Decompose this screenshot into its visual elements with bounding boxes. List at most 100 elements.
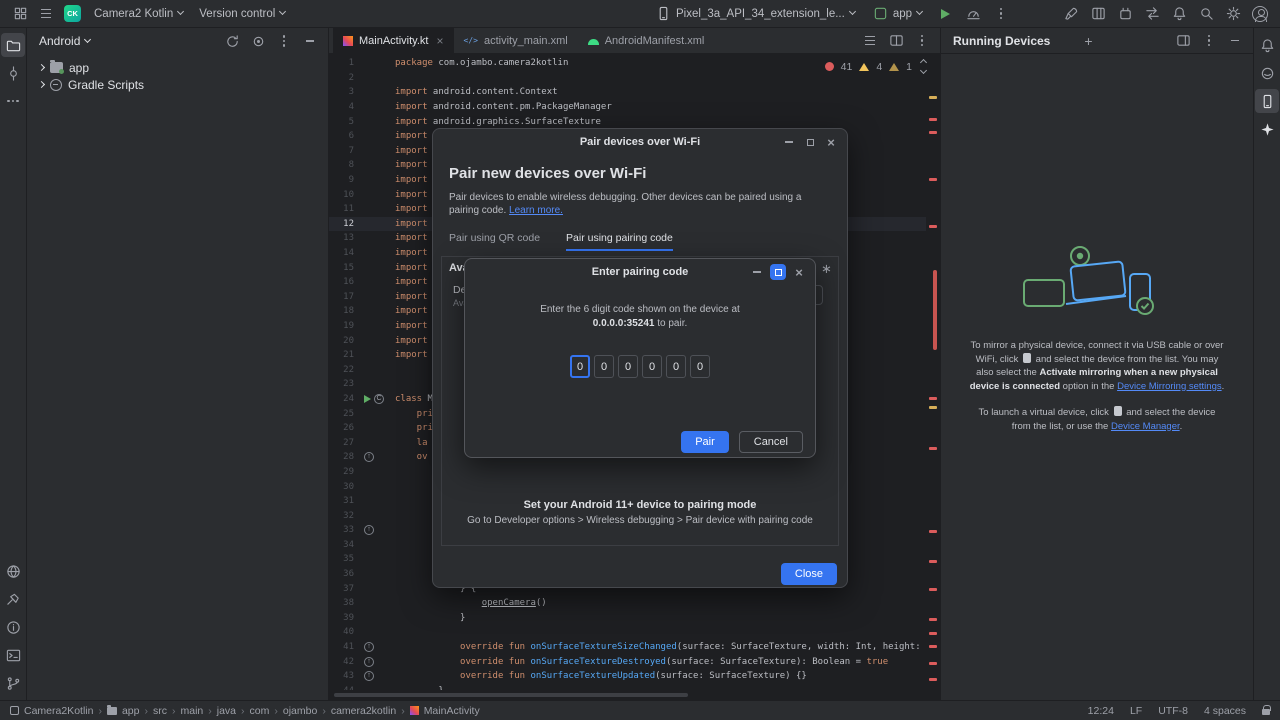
breadcrumb-item[interactable]: java: [217, 705, 236, 717]
editor-tab-MainActivity.kt[interactable]: MainActivity.kt×: [333, 28, 454, 53]
pairing-digit-input[interactable]: 0: [690, 355, 710, 378]
error-stripe-mark[interactable]: [929, 632, 937, 635]
warning-stripe-mark[interactable]: [929, 96, 937, 99]
override-gutter-icon[interactable]: ↑: [364, 642, 374, 652]
run-button[interactable]: [933, 2, 957, 26]
panel-options-icon[interactable]: [272, 29, 296, 53]
breadcrumb-item[interactable]: src: [153, 705, 167, 717]
pairing-digit-input[interactable]: 0: [666, 355, 686, 378]
cancel-button[interactable]: Cancel: [739, 431, 803, 453]
minimize-icon[interactable]: [749, 264, 765, 280]
tab-list-icon[interactable]: [858, 29, 882, 53]
next-problem-icon[interactable]: [920, 67, 927, 74]
breadcrumb-item[interactable]: com: [250, 705, 270, 717]
main-menu-icon[interactable]: [34, 2, 58, 26]
project-tool-icon[interactable]: [1, 33, 25, 57]
notifications-tool-icon[interactable]: [1255, 33, 1279, 57]
editor-tab-AndroidManifest.xml[interactable]: AndroidManifest.xml: [578, 28, 715, 53]
warning-stripe-mark[interactable]: [929, 406, 937, 409]
pairing-digit-input[interactable]: 0: [594, 355, 614, 378]
build-tool-icon[interactable]: [1, 587, 25, 611]
commit-tool-icon[interactable]: [1, 61, 25, 85]
hide-panel-icon[interactable]: [1223, 29, 1247, 53]
tree-node-Gradle Scripts[interactable]: Gradle Scripts: [27, 76, 328, 93]
maximize-icon[interactable]: [770, 264, 786, 280]
error-stripe-mark[interactable]: [929, 225, 937, 228]
breadcrumb-item[interactable]: main: [180, 705, 203, 717]
breadcrumb-item[interactable]: ojambo: [283, 705, 317, 717]
horizontal-scrollbar[interactable]: [334, 693, 688, 697]
dialog-titlebar[interactable]: Enter pairing code ×: [465, 259, 815, 285]
cursor-position[interactable]: 12:24: [1088, 705, 1114, 717]
error-stripe-mark[interactable]: [929, 618, 937, 621]
breadcrumb-item[interactable]: app: [122, 705, 140, 717]
code-line[interactable]: 4import android.content.pm.PackageManage…: [329, 100, 926, 115]
file-encoding[interactable]: UTF-8: [1158, 705, 1188, 717]
profiler-icon[interactable]: [961, 2, 985, 26]
code-line[interactable]: 39 }: [329, 611, 926, 626]
search-icon[interactable]: [1194, 2, 1218, 26]
override-gutter-icon[interactable]: ↑: [364, 452, 374, 462]
inline-link[interactable]: Device Mirroring settings: [1117, 381, 1222, 392]
error-stripe-mark[interactable]: [929, 397, 937, 400]
endpoints-globe-icon[interactable]: [1, 559, 25, 583]
error-stripe-mark[interactable]: [929, 645, 937, 648]
close-icon[interactable]: ×: [791, 264, 807, 280]
error-stripe-mark[interactable]: [929, 678, 937, 681]
code-line[interactable]: 41↑ override fun onSurfaceTextureSizeCha…: [329, 640, 926, 655]
plugin-icon[interactable]: [1113, 2, 1137, 26]
more-tool-windows-icon[interactable]: [1, 89, 25, 113]
layout-columns-icon[interactable]: [1086, 2, 1110, 26]
dialog-tab-Pair using QR code[interactable]: Pair using QR code: [449, 232, 540, 251]
terminal-tool-icon[interactable]: [1, 643, 25, 667]
code-line[interactable]: 38 openCamera(): [329, 596, 926, 611]
code-line[interactable]: 44 }: [329, 684, 926, 690]
vcs-widget[interactable]: Version control: [192, 2, 292, 26]
close-tab-icon[interactable]: ×: [436, 34, 443, 48]
code-line[interactable]: 42↑ override fun onSurfaceTextureDestroy…: [329, 654, 926, 669]
app-grid-icon[interactable]: [8, 2, 32, 26]
project-view-selector[interactable]: Android: [39, 34, 80, 48]
readonly-lock-icon[interactable]: [1262, 709, 1270, 715]
override-gutter-icon[interactable]: ↑: [364, 671, 374, 681]
user-avatar[interactable]: [1248, 2, 1272, 26]
error-stripe-mark[interactable]: [929, 662, 937, 665]
locate-file-icon[interactable]: [246, 29, 270, 53]
indent-setting[interactable]: 4 spaces: [1204, 705, 1246, 717]
notifications-bell-icon[interactable]: [1167, 2, 1191, 26]
code-line[interactable]: 43↑ override fun onSurfaceTextureUpdated…: [329, 669, 926, 684]
git-branch-icon[interactable]: [1, 671, 25, 695]
more-actions-icon[interactable]: [989, 2, 1013, 26]
project-selector[interactable]: Camera2 Kotlin: [87, 2, 190, 26]
pairing-digit-input[interactable]: 0: [618, 355, 638, 378]
inline-link[interactable]: Device Manager: [1111, 421, 1180, 432]
minimize-icon[interactable]: [781, 134, 797, 150]
chevron-right-icon[interactable]: [38, 64, 45, 71]
error-stripe-mark[interactable]: [929, 447, 937, 450]
breadcrumb-item[interactable]: Camera2Kotlin: [24, 705, 93, 717]
diff-icon[interactable]: [1140, 2, 1164, 26]
code-line[interactable]: 3import android.content.Context: [329, 85, 926, 100]
dialog-titlebar[interactable]: Pair devices over Wi-Fi ×: [433, 129, 847, 155]
pair-button[interactable]: Pair: [681, 431, 729, 453]
code-line[interactable]: 5import android.graphics.SurfaceTexture: [329, 114, 926, 129]
gradle-tool-icon[interactable]: [1255, 61, 1279, 85]
error-stripe-mark[interactable]: [929, 131, 937, 134]
panel-layout-icon[interactable]: [1171, 29, 1195, 53]
settings-gear-icon[interactable]: [1221, 2, 1245, 26]
pairing-digit-input[interactable]: 0: [570, 355, 590, 378]
add-device-button[interactable]: +: [1084, 33, 1092, 49]
override-gutter-icon[interactable]: ↑: [364, 525, 374, 535]
panel-options-icon[interactable]: [1197, 29, 1221, 53]
problems-info-icon[interactable]: [1, 615, 25, 639]
editor-tab-activity_main.xml[interactable]: </>activity_main.xml: [454, 28, 578, 53]
editor-options-icon[interactable]: [910, 29, 934, 53]
breadcrumb-item[interactable]: MainActivity: [424, 705, 480, 717]
inspections-widget[interactable]: 41 4 1: [825, 60, 926, 73]
sync-icon[interactable]: [220, 29, 244, 53]
run-configuration-selector[interactable]: app: [866, 2, 929, 26]
code-line[interactable]: 40: [329, 625, 926, 640]
error-stripe-mark[interactable]: [929, 530, 937, 533]
tools-icon[interactable]: [1059, 2, 1083, 26]
learn-more-link[interactable]: Learn more.: [509, 205, 563, 216]
